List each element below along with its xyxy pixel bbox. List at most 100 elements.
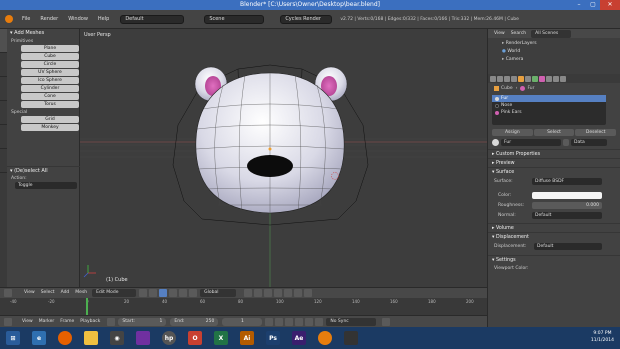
add-cylinder-button[interactable]: Cylinder — [21, 85, 79, 92]
pivot-point-icon[interactable] — [149, 289, 158, 297]
material-name-field[interactable]: Fur — [501, 139, 561, 146]
operator-panel-header[interactable]: ▾ (De)select All — [7, 166, 80, 175]
deselect-button[interactable]: Deselect — [575, 129, 617, 136]
select-button[interactable]: Select — [533, 129, 575, 136]
action-selector[interactable]: Toggle — [15, 182, 77, 189]
current-frame-field[interactable]: 1 — [222, 317, 263, 326]
snap-icon[interactable] — [294, 289, 303, 297]
add-cube-button[interactable]: Cube — [21, 53, 79, 60]
settings-section[interactable]: ▾ Settings — [488, 255, 620, 264]
normal-input-selector[interactable]: Default — [532, 211, 602, 219]
surface-section[interactable]: ▾ Surface — [488, 167, 620, 176]
blender-taskbar-icon[interactable] — [318, 331, 332, 345]
viewport-menu-add[interactable]: Add — [58, 289, 73, 297]
maximize-button[interactable]: ▢ — [586, 0, 600, 10]
data-tab-icon[interactable] — [532, 75, 538, 82]
displacement-section[interactable]: ▾ Displacement — [488, 232, 620, 241]
render-engine-selector[interactable]: Cycles Render — [280, 14, 333, 24]
physics-tab-icon[interactable] — [560, 75, 566, 82]
particles-tab-icon[interactable] — [553, 75, 559, 82]
outliner-display-selector[interactable]: All Scenes — [531, 29, 572, 38]
add-ico-sphere-button[interactable]: Ico Sphere — [21, 77, 79, 84]
play-icon[interactable] — [295, 317, 304, 326]
menu-render[interactable]: Render — [35, 10, 63, 29]
surface-shader-selector[interactable]: Diffuse BSDF — [532, 178, 602, 185]
firefox-icon[interactable] — [58, 331, 72, 345]
tab-relations[interactable] — [0, 77, 7, 101]
outliner-menu-view[interactable]: View — [491, 30, 508, 38]
add-meshes-panel-header[interactable]: ▾ Add Meshes — [7, 29, 80, 38]
outliner-item-world[interactable]: ● World — [502, 48, 620, 56]
blender-logo-icon[interactable] — [5, 15, 13, 23]
menu-window[interactable]: Window — [63, 10, 93, 29]
scale-icon[interactable] — [189, 289, 198, 297]
tab-create[interactable] — [0, 53, 7, 77]
preview-range-icon[interactable] — [107, 317, 116, 326]
texture-tab-icon[interactable] — [546, 75, 552, 82]
render-tab-icon[interactable] — [490, 75, 496, 82]
material-preview-icon[interactable] — [492, 139, 499, 146]
viewport-menu-view[interactable]: View — [21, 289, 38, 297]
preview-section[interactable]: ▸ Preview — [488, 158, 620, 167]
tab-animation[interactable] — [0, 101, 7, 125]
timeline-editor-icon[interactable] — [4, 317, 12, 326]
add-monkey-button[interactable]: Monkey — [21, 124, 79, 131]
manipulator-icon[interactable] — [159, 289, 168, 297]
internet-explorer-icon[interactable]: e — [32, 331, 46, 345]
vertex-select-icon[interactable] — [244, 289, 253, 297]
system-clock[interactable]: 9:07 PM 11/1/2014 — [591, 330, 614, 344]
tab-physics[interactable] — [0, 125, 7, 149]
app-taskbar-icon[interactable] — [344, 331, 358, 345]
after-effects-icon[interactable]: Ae — [292, 331, 306, 345]
displacement-selector[interactable]: Default — [534, 243, 602, 250]
viewport-menu-mesh[interactable]: Mesh — [72, 289, 90, 297]
office-icon[interactable]: O — [188, 331, 202, 345]
add-plane-button[interactable]: Plane — [21, 45, 79, 52]
add-uv-sphere-button[interactable]: UV Sphere — [21, 69, 79, 76]
face-select-icon[interactable] — [264, 289, 273, 297]
file-explorer-icon[interactable] — [84, 331, 98, 345]
timeline-menu-frame[interactable]: Frame — [57, 318, 77, 326]
outliner-item-camera[interactable]: ▸ Camera — [502, 56, 620, 64]
start-button-icon[interactable]: ⊞ — [6, 331, 20, 345]
next-keyframe-icon[interactable] — [305, 317, 314, 326]
render-layers-tab-icon[interactable] — [497, 75, 503, 82]
hp-icon[interactable]: hp — [162, 331, 176, 345]
close-button[interactable]: ✕ — [600, 0, 620, 10]
material-link-selector[interactable]: Data — [571, 139, 607, 146]
transform-orientation-selector[interactable]: Global — [200, 289, 237, 297]
viewport-menu-select[interactable]: Select — [38, 289, 58, 297]
media-player-icon[interactable]: ◉ — [110, 331, 124, 345]
add-grid-button[interactable]: Grid — [21, 116, 79, 123]
outliner-item-renderlayers[interactable]: ▸ RenderLayers — [502, 40, 620, 48]
world-tab-icon[interactable] — [511, 75, 517, 82]
add-cone-button[interactable]: Cone — [21, 93, 79, 100]
add-circle-button[interactable]: Circle — [21, 61, 79, 68]
photo-viewer-icon[interactable] — [136, 331, 150, 345]
photoshop-icon[interactable]: Ps — [266, 331, 280, 345]
timeline-menu-view[interactable]: View — [19, 318, 36, 326]
material-tab-icon[interactable] — [539, 75, 545, 82]
editor-type-icon[interactable] — [4, 289, 12, 297]
diffuse-color-swatch[interactable] — [532, 191, 602, 199]
limit-selection-icon[interactable] — [274, 289, 283, 297]
end-frame-field[interactable]: End: 250 — [170, 317, 219, 326]
jump-end-icon[interactable] — [315, 317, 324, 326]
timeline-menu-playback[interactable]: Playback — [77, 318, 103, 326]
layout-selector[interactable]: Default — [120, 14, 185, 24]
tab-grease-pencil[interactable] — [0, 149, 7, 173]
modifiers-tab-icon[interactable] — [525, 75, 531, 82]
outliner-menu-search[interactable]: Search — [508, 30, 529, 38]
scene-tab-icon[interactable] — [504, 75, 510, 82]
shading-mode-icon[interactable] — [139, 289, 148, 297]
excel-icon[interactable]: X — [214, 331, 228, 345]
illustrator-icon[interactable]: Ai — [240, 331, 254, 345]
prev-keyframe-icon[interactable] — [275, 317, 284, 326]
material-slot-nose[interactable]: Nose — [492, 102, 606, 109]
add-torus-button[interactable]: Torus — [21, 101, 79, 108]
timeline-menu-marker[interactable]: Marker — [36, 318, 58, 326]
sync-mode-selector[interactable]: No Sync — [326, 317, 377, 326]
volume-section[interactable]: ▸ Volume — [488, 223, 620, 232]
minimize-button[interactable]: – — [572, 0, 586, 10]
proportional-edit-icon[interactable] — [284, 289, 293, 297]
